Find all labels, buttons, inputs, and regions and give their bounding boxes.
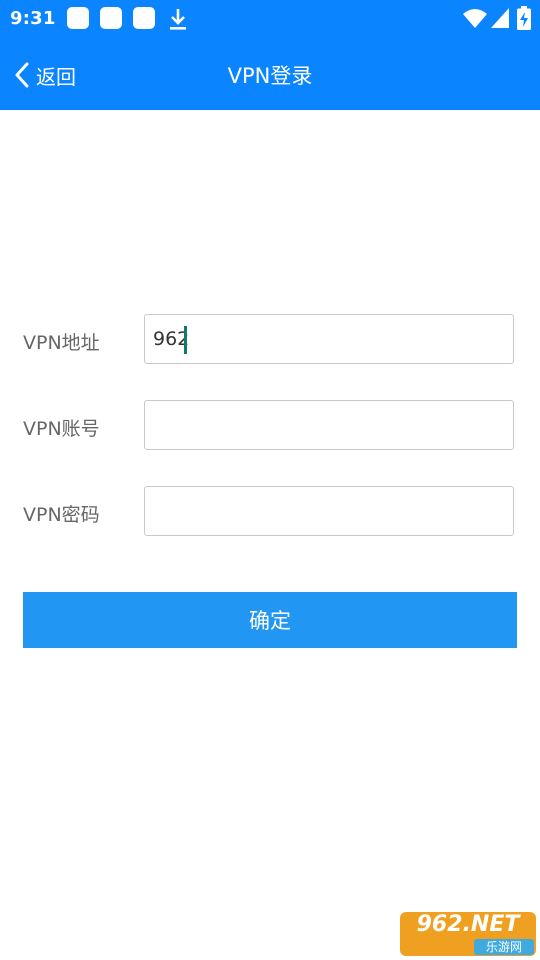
text-cursor xyxy=(184,326,187,354)
status-bar: 9:31 xyxy=(0,0,540,38)
download-icon xyxy=(170,9,186,30)
watermark-logo: 962.NET 乐游网 xyxy=(400,912,536,956)
app-toolbar: 返回 VPN登录 xyxy=(0,38,540,110)
vpn-address-input[interactable] xyxy=(144,314,514,364)
vpn-account-input[interactable] xyxy=(144,400,514,450)
vpn-account-label: VPN账号 xyxy=(23,418,100,440)
page-title: VPN登录 xyxy=(227,64,313,88)
vpn-address-label: VPN地址 xyxy=(23,332,100,354)
watermark-sub-text: 乐游网 xyxy=(474,939,534,955)
vpn-password-input[interactable] xyxy=(144,486,514,536)
vpn-password-row: VPN密码 xyxy=(0,486,540,538)
notification-square-icon xyxy=(67,7,89,29)
cell-signal-icon xyxy=(491,8,509,28)
battery-charging-icon xyxy=(517,6,531,30)
vpn-password-label: VPN密码 xyxy=(23,504,100,526)
watermark-main-text: 962.NET xyxy=(416,912,520,937)
vpn-address-row: VPN地址 xyxy=(0,314,540,366)
confirm-button[interactable]: 确定 xyxy=(23,592,517,648)
vpn-account-row: VPN账号 xyxy=(0,400,540,452)
notification-square-icon xyxy=(100,7,122,29)
notification-square-icon xyxy=(133,7,155,29)
status-time: 9:31 xyxy=(10,8,56,29)
wifi-icon xyxy=(463,9,487,28)
